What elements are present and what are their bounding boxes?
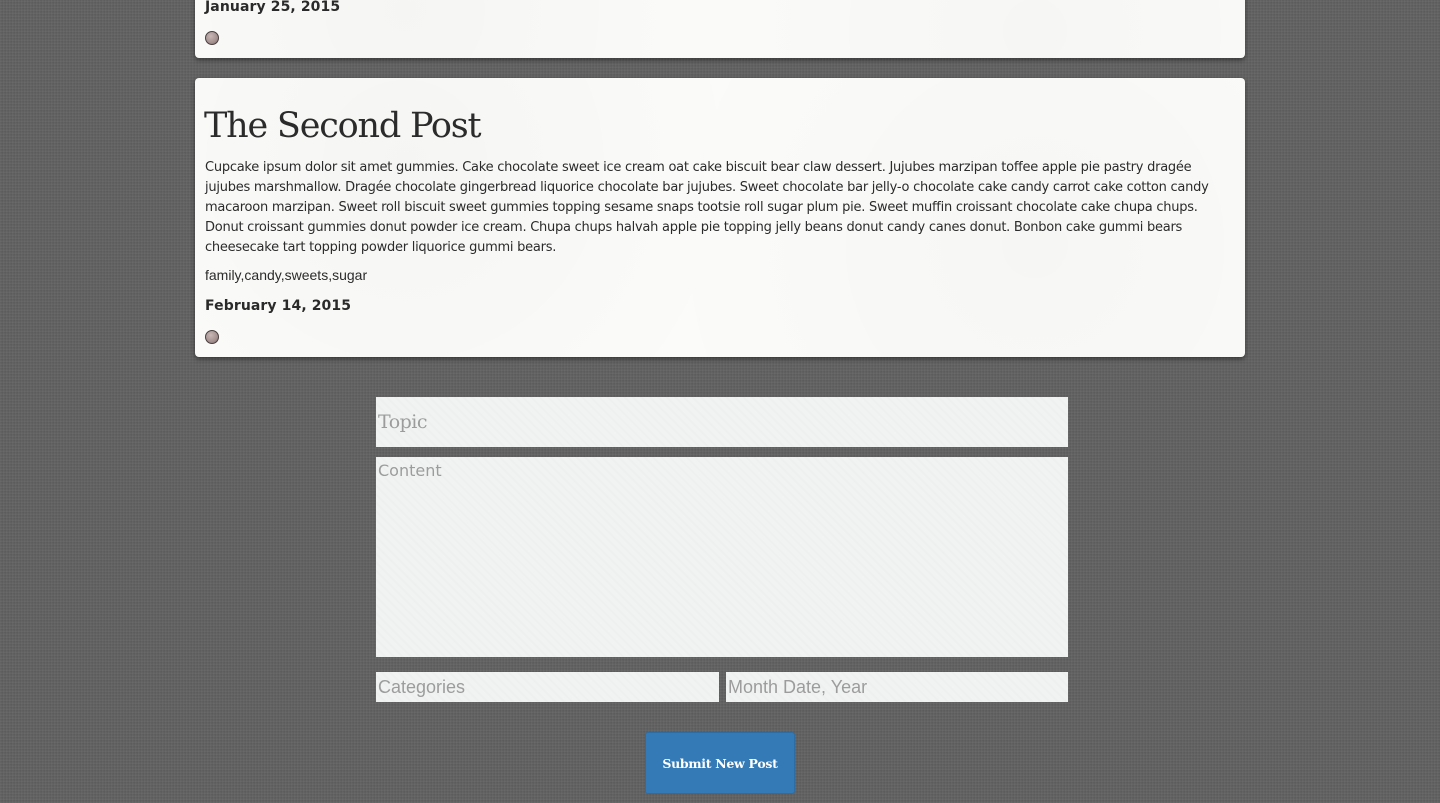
post-card: January 25, 2015 [195, 0, 1245, 58]
post-tags: family,candy,sweets,sugar [205, 267, 368, 283]
post-title: The Second Post [204, 106, 482, 146]
post-card: The Second Post Cupcake ipsum dolor sit … [195, 78, 1245, 357]
content-textarea[interactable] [376, 457, 1068, 657]
pin-icon[interactable] [205, 31, 219, 45]
post-date: January 25, 2015 [205, 0, 341, 15]
date-input[interactable] [726, 672, 1068, 702]
pin-icon[interactable] [205, 330, 219, 344]
post-content: Cupcake ipsum dolor sit amet gummies. Ca… [205, 160, 1209, 255]
submit-new-post-button[interactable]: Submit New Post [645, 732, 795, 794]
categories-input[interactable] [376, 672, 719, 702]
topic-input[interactable] [376, 397, 1068, 447]
post-date: February 14, 2015 [205, 298, 352, 314]
